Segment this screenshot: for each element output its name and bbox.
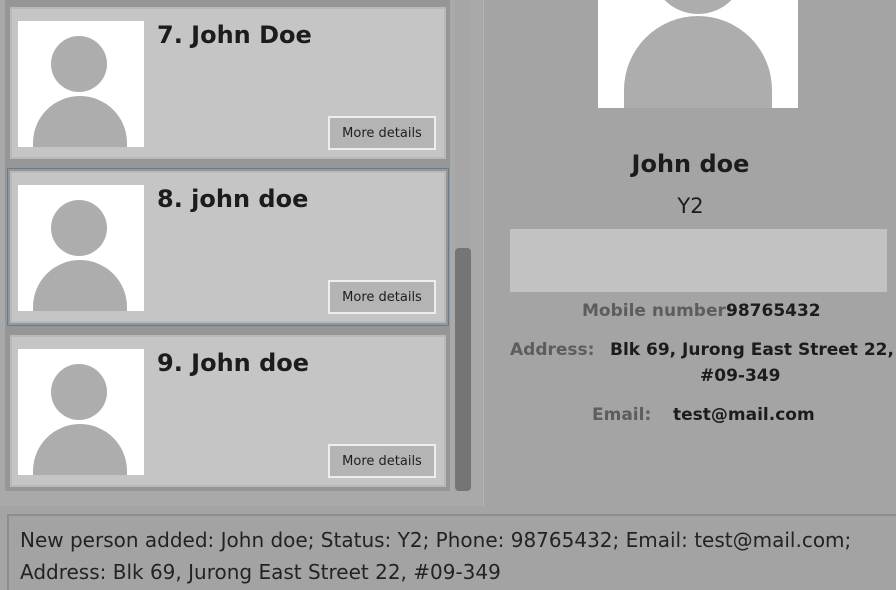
person-card[interactable]: 9. John doe More details (10, 335, 446, 487)
person-list-panel: 7. John Doe More details 8. john doe Mor… (0, 0, 482, 506)
more-details-button[interactable]: More details (328, 280, 436, 314)
address-line-2: #09-349 (700, 366, 781, 386)
person-name: 9. John doe (157, 349, 310, 377)
result-display: New person added: John doe; Status: Y2; … (7, 514, 896, 590)
avatar-icon (18, 185, 144, 311)
person-card[interactable]: 7. John Doe More details (10, 7, 446, 159)
detail-name: John doe (631, 150, 750, 178)
person-name: 7. John Doe (157, 21, 312, 49)
address-label: Address: (510, 340, 595, 360)
more-details-button[interactable]: More details (328, 116, 436, 150)
email-label: Email: (592, 405, 652, 425)
address-line-1: Blk 69, Jurong East Street 22, (610, 340, 894, 360)
list-scrollbar[interactable] (455, 0, 471, 491)
mobile-label: Mobile number: (582, 301, 733, 321)
more-details-button[interactable]: More details (328, 444, 436, 478)
avatar-icon (18, 349, 144, 475)
profile-picture-icon (598, 0, 798, 108)
email-value: test@mail.com (673, 405, 815, 425)
person-detail-panel: John doe Y2 Mobile number: 98765432 Addr… (483, 0, 896, 506)
detail-status: Y2 (677, 194, 704, 218)
avatar-icon (18, 21, 144, 147)
tags-area (510, 229, 887, 292)
result-message: New person added: John doe; Status: Y2; … (20, 528, 852, 584)
person-name: 8. john doe (157, 185, 309, 213)
scrollbar-thumb[interactable] (455, 248, 471, 491)
person-card-selected[interactable]: 8. john doe More details (7, 168, 449, 326)
mobile-value: 98765432 (726, 301, 821, 321)
person-list[interactable]: 7. John Doe More details 8. john doe Mor… (5, 0, 450, 491)
